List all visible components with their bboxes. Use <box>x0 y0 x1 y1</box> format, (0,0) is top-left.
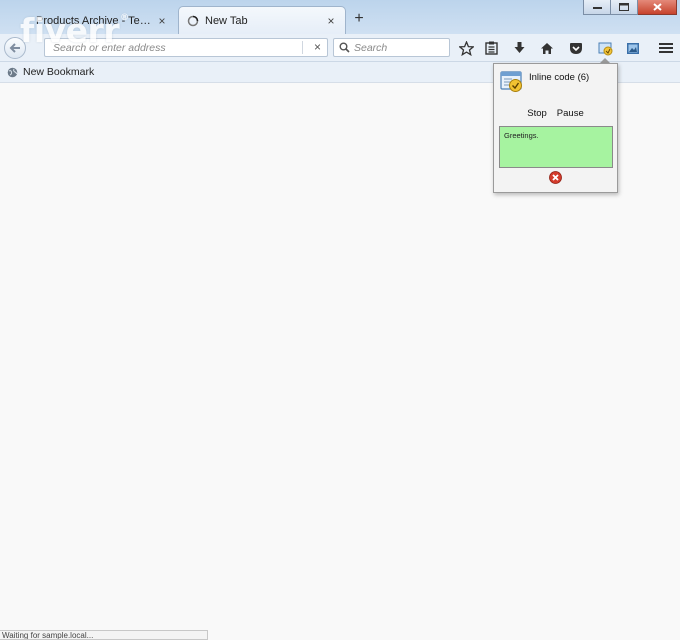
search-icon <box>339 42 350 53</box>
home-icon <box>541 42 553 54</box>
url-clear-icon[interactable]: × <box>314 40 321 54</box>
registered-mark: ® <box>120 13 129 23</box>
globe-icon <box>7 67 18 77</box>
screenshot-icon <box>627 42 639 54</box>
popup-controls: Stop Pause <box>494 108 617 119</box>
bookmark-label: New Bookmark <box>23 66 95 78</box>
tab-new-tab[interactable]: New Tab × <box>178 6 346 34</box>
minimize-button[interactable] <box>583 0 611 15</box>
fiverr-watermark-logo: fiverr® <box>20 11 129 50</box>
status-bar: Waiting for sample.local... <box>0 630 208 640</box>
pause-button[interactable]: Pause <box>557 108 584 119</box>
pocket-icon <box>570 42 582 54</box>
main-menu-button[interactable] <box>657 39 675 57</box>
new-tab-button[interactable]: + <box>350 10 368 28</box>
maximize-button[interactable] <box>611 0 638 15</box>
bookmark-star-button[interactable] <box>457 39 475 57</box>
inline-code-addon-button[interactable] <box>596 39 614 57</box>
tab-close-icon[interactable]: × <box>156 14 168 28</box>
watermark-text: fiverr <box>20 11 120 50</box>
downloads-button[interactable] <box>510 39 528 57</box>
star-icon <box>458 40 474 56</box>
bookmark-item-new-bookmark[interactable]: New Bookmark <box>7 66 94 78</box>
inline-code-popup: Inline code (6) Stop Pause Greetings. <box>493 63 618 193</box>
tab-title: New Tab <box>205 14 248 27</box>
reading-list-button[interactable] <box>482 39 500 57</box>
home-button[interactable] <box>538 39 556 57</box>
loading-spinner-icon <box>187 15 199 26</box>
pocket-button[interactable] <box>567 39 585 57</box>
addon-inline-code-icon <box>598 42 612 55</box>
close-icon[interactable] <box>549 171 562 184</box>
screenshot-button[interactable] <box>624 39 642 57</box>
popup-title: Inline code (6) <box>529 72 590 83</box>
close-window-button[interactable] <box>638 0 677 15</box>
window-controls <box>583 0 677 15</box>
minimize-icon <box>592 7 602 9</box>
popup-message-box: Greetings. <box>499 126 613 168</box>
download-icon <box>514 42 524 53</box>
tab-close-icon[interactable]: × <box>325 14 337 28</box>
search-bar[interactable] <box>333 38 450 57</box>
menu-icon <box>659 43 673 53</box>
search-input[interactable] <box>354 39 446 56</box>
reading-list-icon <box>484 41 498 55</box>
url-bar-separator <box>302 41 303 54</box>
inline-code-app-icon <box>500 71 522 92</box>
stop-button[interactable]: Stop <box>527 108 547 119</box>
restore-icon <box>619 3 629 11</box>
close-icon <box>652 3 662 11</box>
